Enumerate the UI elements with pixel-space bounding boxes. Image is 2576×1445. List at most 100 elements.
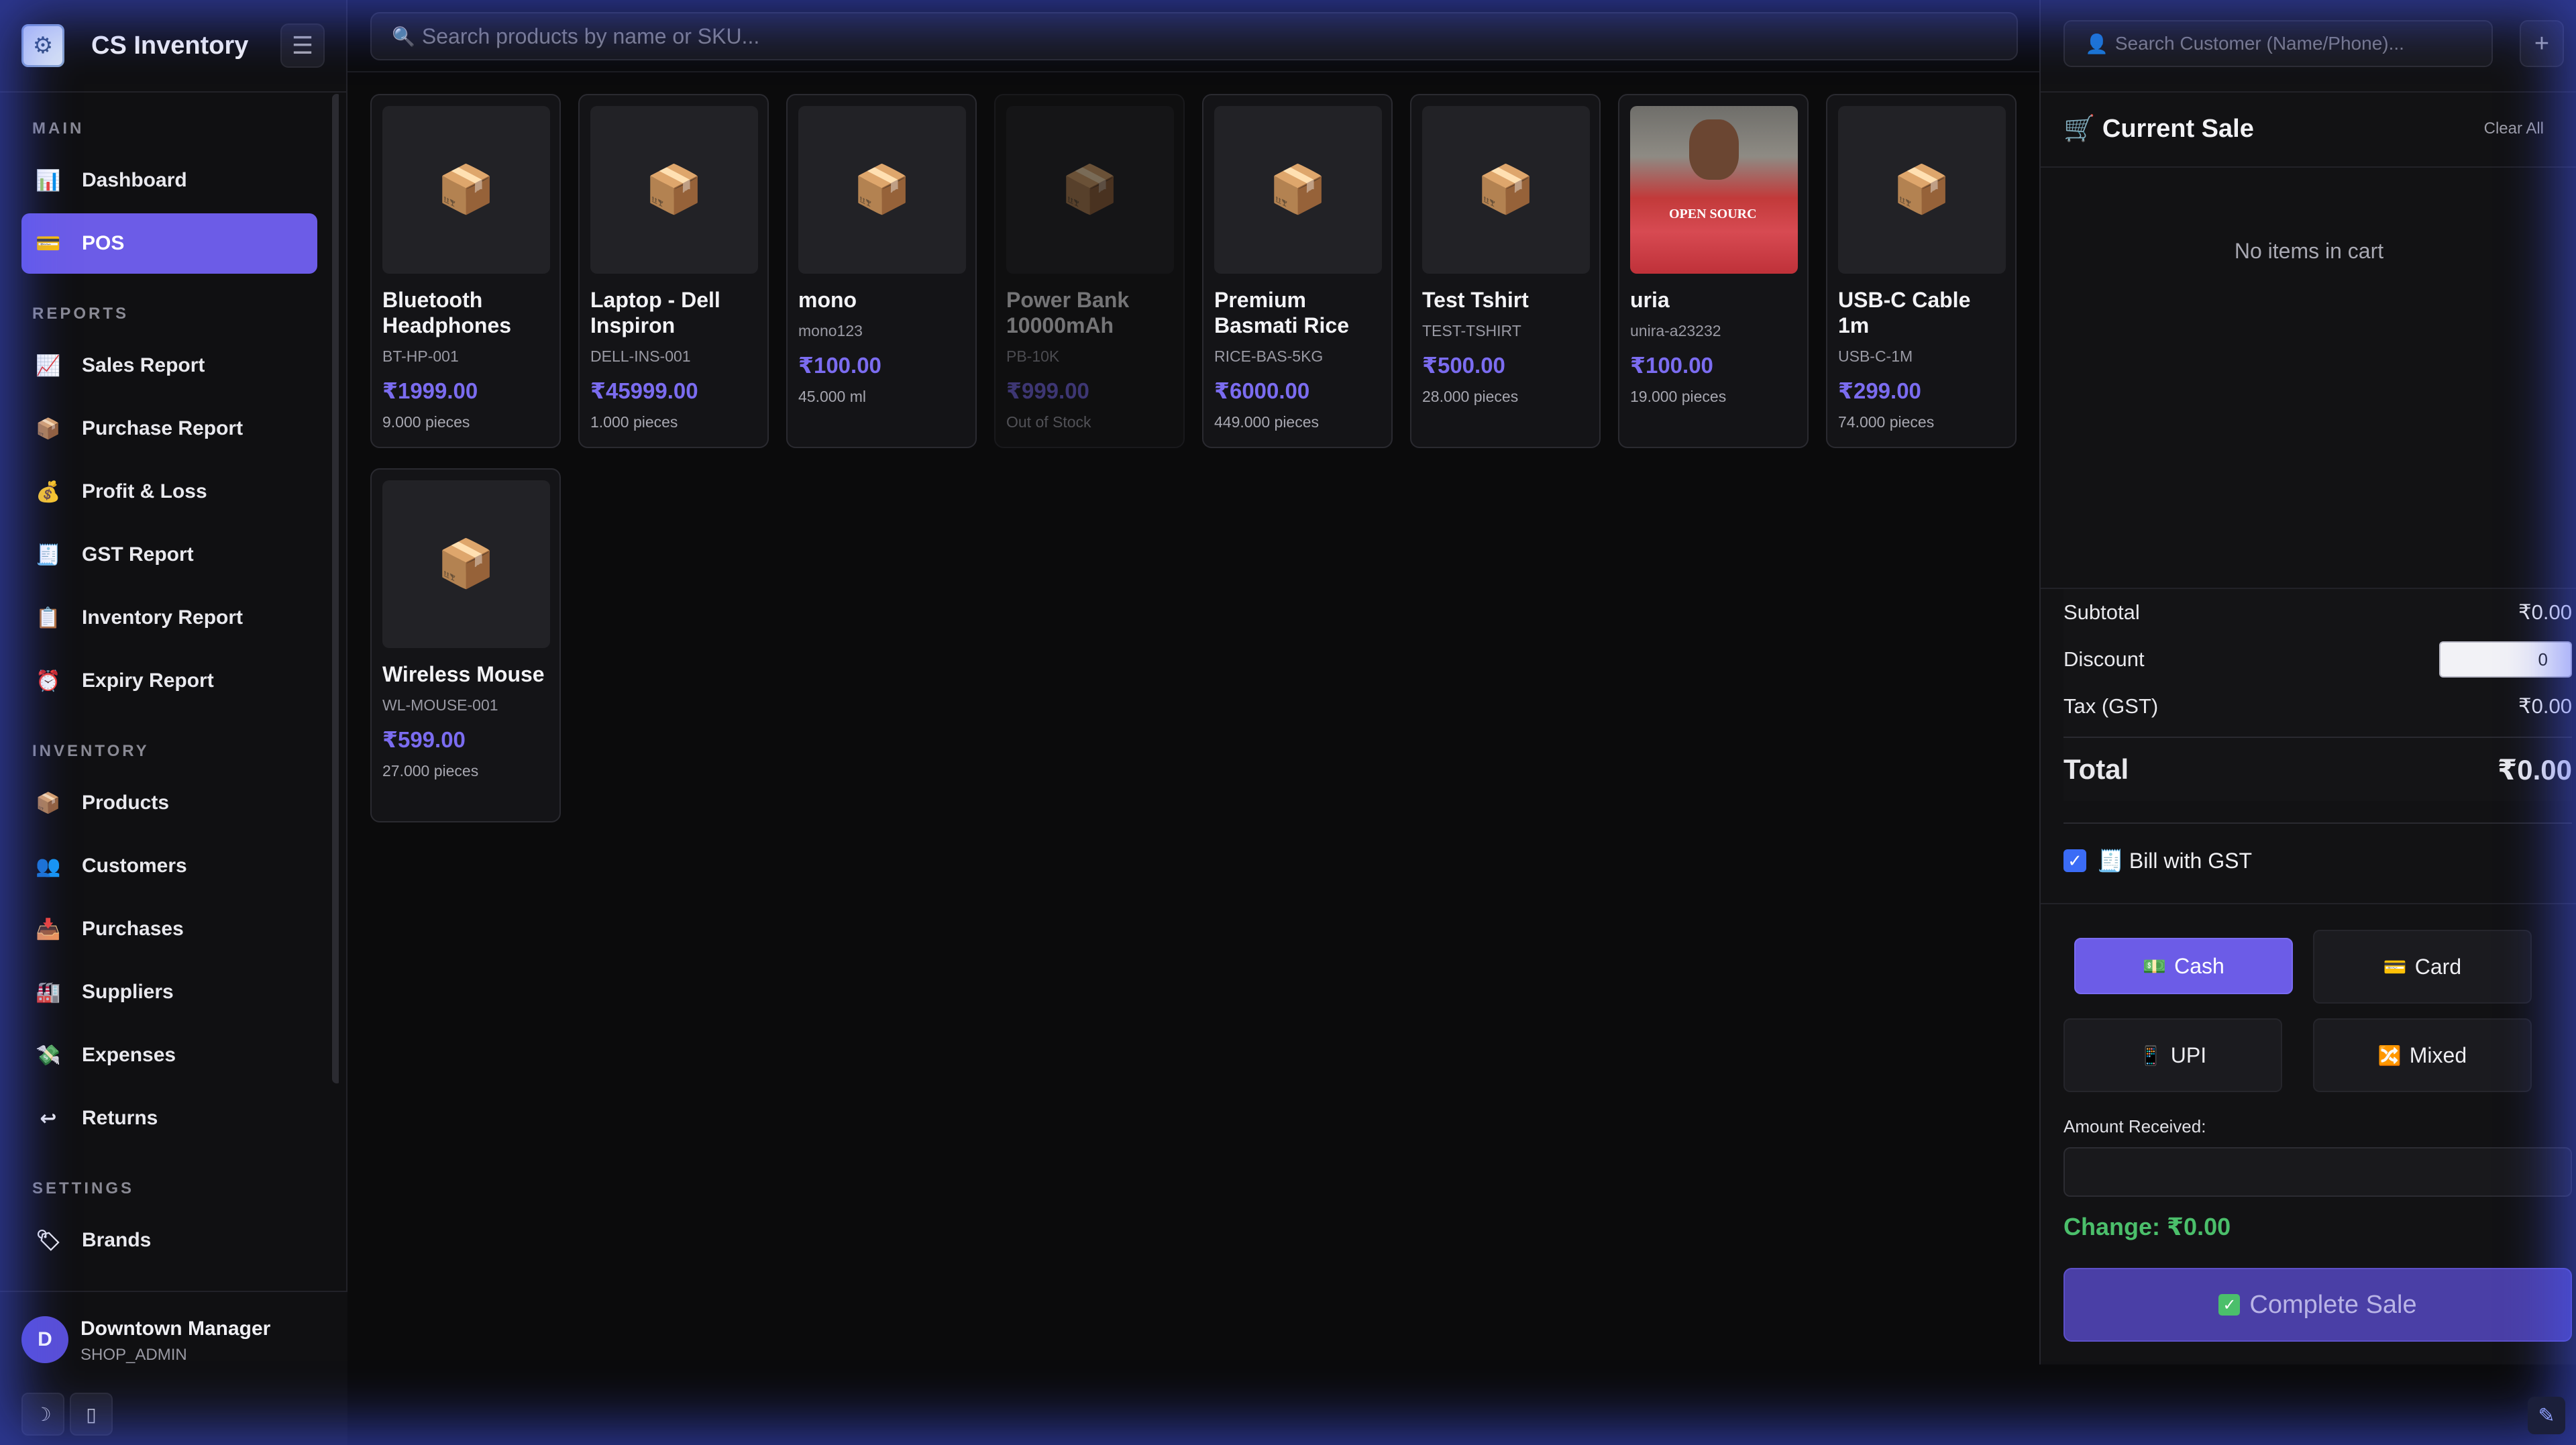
product-search-input[interactable] (421, 23, 1965, 49)
total-row: Total ₹0.00 (2063, 737, 2572, 801)
sidebar-scrollbar[interactable] (332, 94, 339, 1083)
card-icon: 💳 (2383, 956, 2407, 977)
amount-received-input[interactable] (2063, 1147, 2572, 1197)
nav-item-label: Profit & Loss (82, 480, 207, 502)
cart-panel: 👤 Search Customer (Name/Phone)... + 🛒 Cu… (2039, 0, 2576, 1364)
nav-item-label: Products (82, 792, 170, 814)
nav-item-icon: 📦 (36, 417, 61, 440)
product-photo: OPEN SOURC (1630, 106, 1798, 274)
nav-section-label: INVENTORY (32, 742, 150, 760)
sidebar-nav: MAIN 📊 Dashboard 💳 POS REPORTS 📈 Sales Report 📦 P… (0, 94, 339, 1295)
sidebar-item-gst-report[interactable]: 🧾 GST Report (21, 525, 317, 585)
product-stock: 28.000 pieces (1422, 388, 1519, 405)
package-icon: 📦 (382, 480, 550, 648)
nav-item-icon: 🏭 (36, 981, 61, 1004)
nav-item-icon: 💰 (36, 480, 61, 503)
discount-label: Discount (2063, 647, 2145, 671)
product-card[interactable]: OPEN SOURC uria unira-a23232 ₹100.00 19.000 … (1618, 94, 1809, 448)
sidebar-item-expenses[interactable]: 💸 Expenses (21, 1025, 317, 1085)
product-search-bar[interactable]: 🔍 (370, 12, 2018, 60)
sidebar-item-inventory-report[interactable]: 📋 Inventory Report (21, 588, 317, 648)
logout-door-icon[interactable]: ▯ (70, 1393, 113, 1436)
complete-sale-label: Complete Sale (2249, 1290, 2417, 1319)
sidebar-item-expiry-report[interactable]: ⏰ Expiry Report (21, 651, 317, 711)
nav-item-label: Purchases (82, 918, 184, 940)
nav-item-label: Expiry Report (82, 670, 214, 692)
nav-item-icon: ↩ (40, 1107, 57, 1130)
product-stock: 74.000 pieces (1838, 413, 1935, 431)
hamburger-menu-icon[interactable]: ☰ (280, 23, 325, 68)
sidebar-item-suppliers[interactable]: 🏭 Suppliers (21, 962, 317, 1022)
tax-label: Tax (GST) (2063, 694, 2159, 718)
payment-mixed-button[interactable]: 🔀 Mixed (2313, 1018, 2532, 1092)
product-grid: 📦 Bluetooth Headphones BT-HP-001 ₹1999.00 9.… (370, 94, 2021, 822)
gst-checkbox[interactable]: ✓ (2063, 849, 2086, 872)
product-sku: WL-MOUSE-001 (382, 696, 498, 714)
app-logo-icon: ⚙ (21, 24, 64, 67)
payment-cash-button[interactable]: 💵 Cash (2074, 938, 2293, 994)
product-sku: BT-HP-001 (382, 347, 459, 365)
sidebar-item-profit-loss[interactable]: 💰 Profit & Loss (21, 462, 317, 522)
product-name: uria (1630, 288, 1670, 312)
user-panel: D Downtown Manager SHOP_ADMIN ☽ ▯ (0, 1291, 347, 1445)
divider (2041, 903, 2576, 904)
nav-item-icon: 📥 (36, 918, 61, 941)
sidebar-item-purchase-report[interactable]: 📦 Purchase Report (21, 398, 317, 459)
brand-header: ⚙ CS Inventory ☰ (0, 0, 346, 93)
discount-input[interactable] (2439, 641, 2572, 678)
product-card[interactable]: 📦 mono mono123 ₹100.00 45.000 ml (786, 94, 977, 448)
sidebar-item-purchases[interactable]: 📥 Purchases (21, 899, 317, 959)
payment-label: UPI (2170, 1042, 2207, 1067)
product-price: ₹100.00 (798, 353, 881, 378)
nav-item-icon: ⏰ (36, 670, 61, 692)
product-name: Laptop - Dell Inspiron (590, 288, 720, 337)
product-card[interactable]: 📦 USB-C Cable 1m USB-C-1M ₹299.00 74.000 pie… (1826, 94, 2017, 448)
product-card[interactable]: 📦 Bluetooth Headphones BT-HP-001 ₹1999.00 9.… (370, 94, 561, 448)
product-card[interactable]: 📦 Power Bank 10000mAh PB-10K ₹999.00 Out of … (994, 94, 1185, 448)
package-icon: 📦 (798, 106, 966, 274)
user-icon: 👤 (2085, 33, 2108, 54)
product-card[interactable]: 📦 Laptop - Dell Inspiron DELL-INS-001 ₹4599… (578, 94, 769, 448)
product-name: USB-C Cable 1m (1838, 288, 1971, 337)
product-sku: RICE-BAS-5KG (1214, 347, 1324, 365)
sidebar-item-pos[interactable]: 💳 POS (21, 213, 317, 274)
nav-item-icon: 👥 (36, 855, 61, 877)
complete-sale-button[interactable]: ✓ Complete Sale (2063, 1268, 2572, 1342)
sidebar-item-returns[interactable]: ↩ Returns (21, 1088, 317, 1148)
sidebar-item-products[interactable]: 📦 Products (21, 773, 317, 833)
sidebar-item-brands[interactable]: 🏷 Brands (21, 1210, 317, 1271)
product-name: Premium Basmati Rice (1214, 288, 1349, 337)
empty-cart-message: No items in cart (2234, 239, 2384, 263)
tax-row: Tax (GST) ₹0.00 (2063, 683, 2572, 730)
current-sale-title: 🛒 Current Sale (2063, 114, 2254, 144)
product-stock: 449.000 pieces (1214, 413, 1320, 431)
nav-item-icon: 🏷 (35, 1229, 62, 1252)
divider (2063, 822, 2572, 824)
product-name: Wireless Mouse (382, 662, 545, 686)
nav-item-label: Returns (82, 1107, 158, 1129)
product-sku: TEST-TSHIRT (1422, 322, 1521, 339)
sidebar-item-customers[interactable]: 👥 Customers (21, 836, 317, 896)
help-icon[interactable]: ✎ (2528, 1397, 2565, 1434)
payment-upi-button[interactable]: 📱 UPI (2063, 1018, 2282, 1092)
product-card[interactable]: 📦 Wireless Mouse WL-MOUSE-001 ₹599.00 27.000… (370, 468, 561, 822)
photo-shirt-text: OPEN SOURC (1669, 207, 1757, 221)
subtotal-row: Subtotal ₹0.00 (2063, 589, 2572, 636)
product-name: Test Tshirt (1422, 288, 1529, 312)
product-card[interactable]: 📦 Test Tshirt TEST-TSHIRT ₹500.00 28.000 pie… (1410, 94, 1601, 448)
add-customer-button[interactable]: + (2520, 20, 2564, 67)
nav-section-label: REPORTS (32, 305, 129, 323)
theme-toggle-moon-icon[interactable]: ☽ (21, 1393, 64, 1436)
sidebar-item-sales-report[interactable]: 📈 Sales Report (21, 335, 317, 396)
clear-all-button[interactable]: Clear All (2484, 119, 2544, 138)
payment-card-button[interactable]: 💳 Card (2313, 930, 2532, 1004)
avatar[interactable]: D (21, 1316, 68, 1363)
sidebar-item-dashboard[interactable]: 📊 Dashboard (21, 150, 317, 211)
gst-toggle-row: ✓ 🧾 Bill with GST (2063, 848, 2252, 873)
product-card[interactable]: 📦 Premium Basmati Rice RICE-BAS-5KG ₹6000.0… (1202, 94, 1393, 448)
gst-label: Bill with GST (2129, 848, 2252, 873)
nav-item-label: Dashboard (82, 169, 187, 191)
customer-search-input[interactable]: 👤 Search Customer (Name/Phone)... (2063, 20, 2493, 67)
nav-section-label: SETTINGS (32, 1179, 135, 1197)
nav-item-label: Inventory Report (82, 606, 244, 629)
